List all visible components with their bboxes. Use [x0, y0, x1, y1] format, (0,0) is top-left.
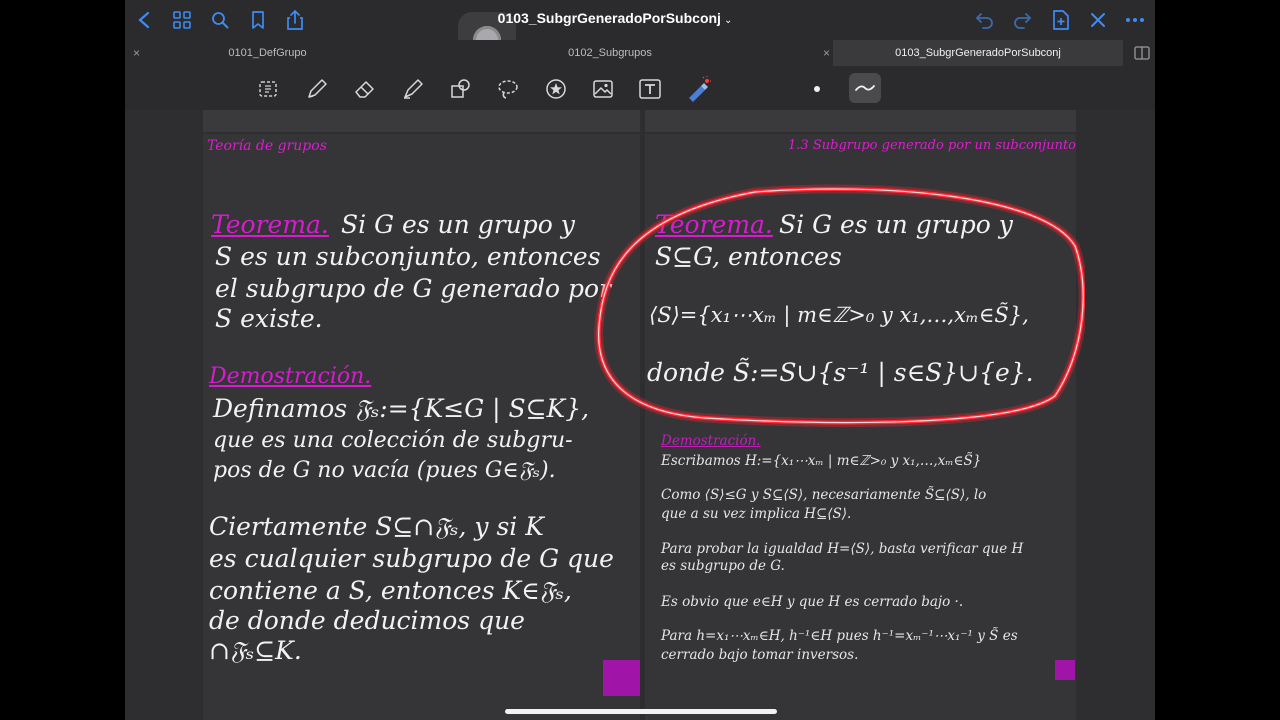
- right-proof-line: es subgrupo de G.: [661, 558, 785, 574]
- close-icon[interactable]: [1087, 9, 1109, 31]
- shapes-icon[interactable]: [448, 76, 474, 102]
- left-proof-line: contiene a S, entonces K∈𝔉ₛ,: [209, 576, 572, 605]
- laser-circle-annotation: [594, 184, 1085, 427]
- split-view-icon[interactable]: [1131, 42, 1153, 64]
- left-theorem-line: el subgrupo de G generado por: [215, 274, 611, 303]
- left-proof-line: de donde deducimos que: [209, 606, 525, 635]
- previous-page-right-bottom: [645, 110, 1076, 132]
- document-title-text: 0103_SubgrGeneradoPorSubconj: [497, 10, 721, 26]
- right-proof-line: Como ⟨S⟩≤G y S⊆⟨S⟩, necesariamente S̃⊆⟨S…: [661, 487, 987, 503]
- left-page-header: Teoría de grupos: [207, 138, 327, 154]
- tab-label: 0103_SubgrGeneradoPorSubconj: [895, 47, 1061, 59]
- left-proof-line: es cualquier subgrupo de G que: [209, 544, 614, 573]
- left-proof-line: que es una colección de subgru-: [213, 428, 573, 453]
- sticker-icon[interactable]: [543, 76, 569, 102]
- left-proof-title: Demostración.: [209, 364, 372, 389]
- image-icon[interactable]: [590, 76, 616, 102]
- drawing-toolbar: [125, 66, 1155, 110]
- tab-close-icon[interactable]: ×: [133, 40, 140, 66]
- add-page-icon[interactable]: [1050, 9, 1072, 31]
- grid-icon[interactable]: [171, 9, 193, 31]
- search-icon[interactable]: [209, 9, 231, 31]
- tab-label: 0101_DefGrupo: [228, 47, 307, 59]
- lasso-icon[interactable]: [495, 76, 521, 102]
- eraser-icon[interactable]: [352, 76, 378, 102]
- tab-0102-subgrupos[interactable]: 0102_Subgrupos: [395, 40, 825, 66]
- right-proof-line: Es obvio que e∈H y que H es cerrado bajo…: [661, 594, 964, 610]
- more-icon[interactable]: [1124, 9, 1146, 31]
- redo-icon[interactable]: [1011, 9, 1033, 31]
- previous-page-left-bottom: [203, 110, 640, 132]
- tab-bar: × 0101_DefGrupo 0102_Subgrupos × 0103_Su…: [125, 40, 1155, 66]
- left-proof-line: ∩𝔉ₛ⊆K.: [209, 636, 302, 665]
- left-proof-line: pos de G no vacía (pues G∈𝔉ₛ).: [213, 458, 556, 483]
- home-indicator[interactable]: [505, 709, 777, 714]
- tab-0103-subgrgeneradoporsubconj[interactable]: × 0103_SubgrGeneradoPorSubconj: [823, 40, 1123, 66]
- left-theorem-title: Teorema.: [211, 210, 329, 239]
- stroke-style-icon[interactable]: [849, 73, 881, 103]
- left-theorem-line: S existe.: [215, 304, 323, 333]
- chevron-down-icon: ⌄: [723, 15, 733, 26]
- document-canvas[interactable]: Teoría de grupos Teorema. Si G es un gru…: [125, 110, 1155, 720]
- right-page-header: 1.3 Subgrupo generado por un subconjunto: [788, 138, 1076, 153]
- right-proof-line: Escribamos H:={x₁⋯xₘ | m∈ℤ>₀ y x₁,…,xₘ∈S…: [661, 453, 982, 469]
- back-icon[interactable]: [133, 9, 155, 31]
- tab-0101-defgrupo[interactable]: 0101_DefGrupo: [145, 40, 390, 66]
- left-proof-line: Definamos 𝔉ₛ:={K≤G | S⊆K},: [213, 394, 590, 423]
- document-title[interactable]: 0103_SubgrGeneradoPorSubconj ⌄: [465, 10, 765, 26]
- end-of-proof-square: [1055, 660, 1075, 680]
- left-theorem-line: S es un subconjunto, entonces: [215, 242, 601, 271]
- right-proof-line: cerrado bajo tomar inversos.: [661, 647, 859, 663]
- page-left[interactable]: Teoría de grupos Teorema. Si G es un gru…: [203, 134, 640, 720]
- lasso-text-icon[interactable]: [256, 76, 282, 102]
- left-proof-line: Ciertamente S⊆∩𝔉ₛ, y si K: [209, 512, 544, 541]
- tab-label: 0102_Subgrupos: [568, 47, 652, 59]
- laser-pointer-icon[interactable]: [685, 76, 711, 102]
- text-icon[interactable]: [637, 76, 663, 102]
- highlighter-icon[interactable]: [400, 76, 426, 102]
- pen-size-icon[interactable]: [804, 76, 830, 102]
- right-proof-line: que a su vez implica H⊆⟨S⟩.: [661, 506, 852, 522]
- notes-app-window: 0103_SubgrGeneradoPorSubconj ⌄ × 0101_Def…: [125, 0, 1155, 720]
- bookmark-icon[interactable]: [247, 9, 269, 31]
- undo-icon[interactable]: [974, 9, 996, 31]
- top-bar: 0103_SubgrGeneradoPorSubconj ⌄: [125, 0, 1155, 68]
- end-of-proof-square: [603, 660, 640, 696]
- left-theorem-line: Si G es un grupo y: [341, 210, 575, 239]
- right-proof-line: Para probar la igualdad H=⟨S⟩, basta ver…: [661, 541, 1024, 557]
- pen-icon[interactable]: [304, 76, 330, 102]
- right-proof-line: Para h=x₁⋯xₘ∈H, h⁻¹∈H pues h⁻¹=xₘ⁻¹⋯x₁⁻¹…: [661, 628, 1018, 644]
- tab-close-icon[interactable]: ×: [823, 40, 830, 66]
- share-icon[interactable]: [284, 9, 306, 31]
